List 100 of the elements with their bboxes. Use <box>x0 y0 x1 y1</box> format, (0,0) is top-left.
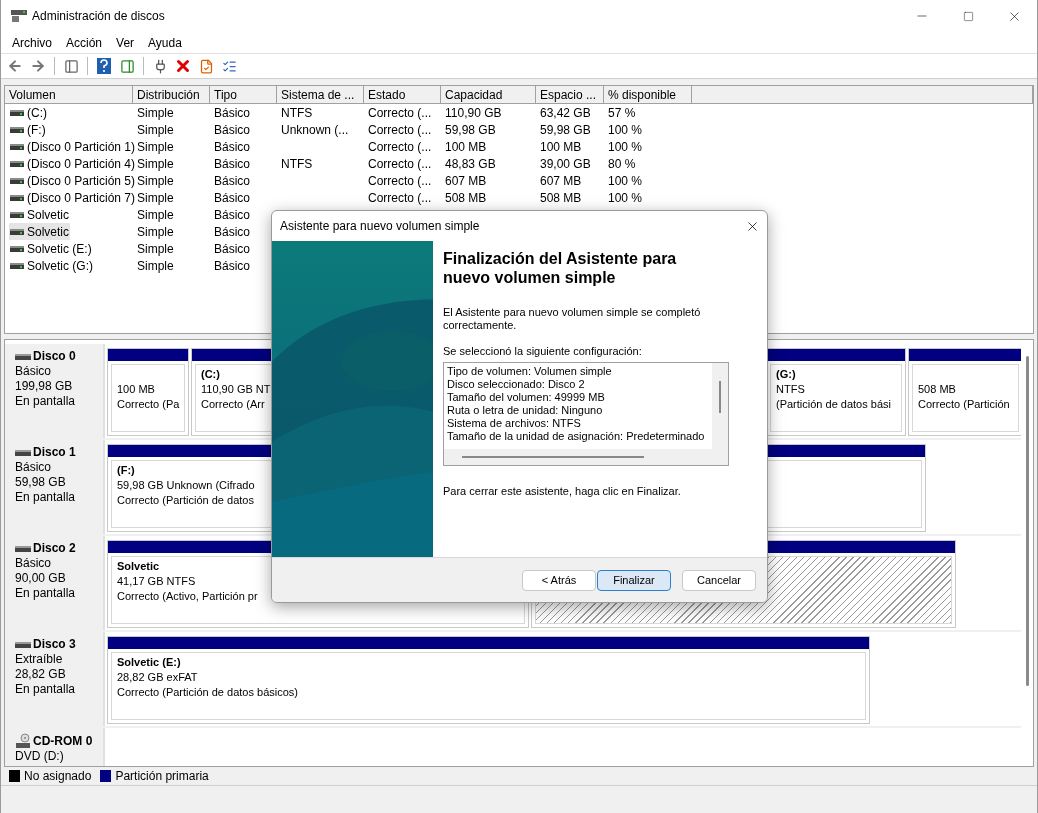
column-header[interactable]: Volumen <box>5 86 133 103</box>
volume-name[interactable]: Solvetic <box>9 206 71 223</box>
partition-label: (F:) <box>117 463 135 478</box>
disk-status: En pantalla <box>15 490 77 505</box>
table-cell-text: Básico <box>214 172 251 190</box>
table-cell-text: Básico <box>214 257 251 275</box>
volume-name[interactable]: Solvetic (G:) <box>9 257 94 274</box>
menu-item[interactable]: Ver <box>109 32 142 53</box>
partition[interactable]: 508 MB Correcto (Partición <box>908 348 1021 436</box>
partition-detail: 110,90 GB NT <box>201 382 271 397</box>
legend-label: No asignado <box>24 768 92 785</box>
disk-type: Básico <box>15 460 53 475</box>
disk-size: 28,82 GB <box>15 667 67 682</box>
partition[interactable]: (G:) NTFS (Partición de datos bási <box>766 348 906 436</box>
table-cell-text: Básico <box>214 206 251 224</box>
config-line: Disco seleccionado: Disco 2 <box>447 377 585 391</box>
disk-name: CD-ROM 0 <box>33 733 93 749</box>
partition-detail: 508 MB <box>918 382 956 397</box>
disk-info-panel[interactable]: CD-ROM 0 DVD (D:) <box>5 728 105 766</box>
disk-info-panel[interactable]: Disco 2 Básico 90,00 GB En pantalla <box>5 536 105 630</box>
table-cell-text: Simple <box>137 104 174 122</box>
table-cell-text: 508 MB <box>445 189 487 207</box>
drive-icon <box>10 176 24 185</box>
disk-name: Disco 1 <box>33 445 76 460</box>
volume-name[interactable]: (Disco 0 Partición 1) <box>9 138 137 155</box>
table-cell-text: Simple <box>137 240 174 258</box>
volume-name[interactable]: Solvetic (E:) <box>9 240 93 257</box>
table-cell-text: 59,98 GB <box>540 121 591 139</box>
delete-icon <box>174 57 192 75</box>
disk-size: 59,98 GB <box>15 475 67 490</box>
disk-info-panel[interactable]: Disco 0 Básico 199,98 GB En pantalla <box>5 344 105 438</box>
table-cell-text: NTFS <box>281 104 313 122</box>
volume-name[interactable]: (F:) <box>9 121 47 138</box>
volume-name[interactable]: Solvetic <box>9 223 71 240</box>
volume-name[interactable]: (C:) <box>9 104 48 121</box>
disk-type: DVD (D:) <box>15 749 65 764</box>
column-header[interactable]: Capacidad <box>441 86 536 103</box>
table-cell-text: Básico <box>214 138 251 156</box>
disk-type: Extraíble <box>15 652 64 667</box>
table-cell-text: Simple <box>137 172 174 190</box>
disk-name: Disco 0 <box>33 349 76 364</box>
config-line: Tamaño de la unidad de asignación: Predeterminado <box>447 429 705 443</box>
drive-icon <box>10 159 24 168</box>
table-cell-text: 59,98 GB <box>445 121 496 139</box>
disk-info-panel[interactable]: Disco 1 Básico 59,98 GB En pantalla <box>5 440 105 534</box>
back-icon <box>7 58 23 74</box>
volume-name[interactable]: (Disco 0 Partición 5) <box>9 172 137 189</box>
table-cell-text: 607 MB <box>540 172 582 190</box>
column-header[interactable]: Sistema de ... <box>277 86 364 103</box>
table-cell-text: 100 % <box>608 138 643 156</box>
table-cell-text: Básico <box>214 104 251 122</box>
column-header[interactable]: Estado <box>364 86 441 103</box>
dialog-button[interactable]: Cancelar <box>682 569 756 591</box>
partition-detail: 59,98 GB Unknown (Cifrado <box>117 478 255 493</box>
panel-icon <box>63 58 79 74</box>
drive-icon <box>10 142 24 151</box>
vertical-scrollbar[interactable] <box>712 362 728 449</box>
table-cell-text: Simple <box>137 223 174 241</box>
dialog-button[interactable]: Finalizar <box>597 569 671 591</box>
table-cell-text: 508 MB <box>540 189 582 207</box>
forward-icon <box>30 58 46 74</box>
column-header[interactable]: Distribución <box>133 86 210 103</box>
dialog-button[interactable]: < Atrás <box>522 569 596 591</box>
volume-name[interactable]: (Disco 0 Partición 7) <box>9 189 137 206</box>
menu-item[interactable]: Ayuda <box>141 32 189 53</box>
table-cell-text: 100 % <box>608 121 643 139</box>
disk-info-panel[interactable]: Disco 3 Extraíble 28,82 GB En pantalla <box>5 632 105 726</box>
config-line: Ruta o letra de unidad: Ninguno <box>447 403 603 417</box>
table-cell-text: 39,00 GB <box>540 155 591 173</box>
partition-detail: Correcto (Arr <box>201 397 265 412</box>
disk-size: 90,00 GB <box>15 571 67 586</box>
disk-status: En pantalla <box>15 682 77 697</box>
table-cell-text: 100 MB <box>445 138 487 156</box>
menu-item[interactable]: Archivo <box>5 32 59 53</box>
table-cell-text: Simple <box>137 121 174 139</box>
horizontal-scrollbar[interactable] <box>444 448 728 465</box>
partition-detail: 41,17 GB NTFS <box>117 574 196 589</box>
menu-item[interactable]: Acción <box>59 32 110 53</box>
partition-label: Solvetic <box>117 559 160 574</box>
partition[interactable]: Solvetic (E:) 28,82 GB exFAT Correcto (Partición de datos básicos) <box>107 636 870 724</box>
table-cell-text: 100 MB <box>540 138 582 156</box>
partition-label: (C:) <box>201 367 220 382</box>
disk-type: Básico <box>15 556 53 571</box>
table-cell-text: Básico <box>214 121 251 139</box>
table-cell-text: 100 % <box>608 172 643 190</box>
column-header[interactable]: Espacio ... <box>536 86 604 103</box>
column-header[interactable]: Tipo <box>210 86 277 103</box>
wizard-outro: Para cerrar este asistente, haga clic en Finalizar. <box>443 483 682 499</box>
window-title: Administración de discos <box>32 8 165 25</box>
disk-name: Disco 2 <box>33 541 76 556</box>
table-cell-text: Unknown (... <box>281 121 349 139</box>
table-cell-text: 80 % <box>608 155 636 173</box>
volume-name[interactable]: (Disco 0 Partición 4) <box>9 155 137 172</box>
partition[interactable]: 100 MB Correcto (Pa <box>107 348 189 436</box>
app-icon <box>11 9 27 23</box>
drive-icon <box>10 210 24 219</box>
table-cell-text: 110,90 GB <box>445 104 502 122</box>
partition-detail: Correcto (Partición <box>918 397 1010 412</box>
column-header[interactable]: % disponible <box>604 86 692 103</box>
disk-status: En pantalla <box>15 394 77 409</box>
